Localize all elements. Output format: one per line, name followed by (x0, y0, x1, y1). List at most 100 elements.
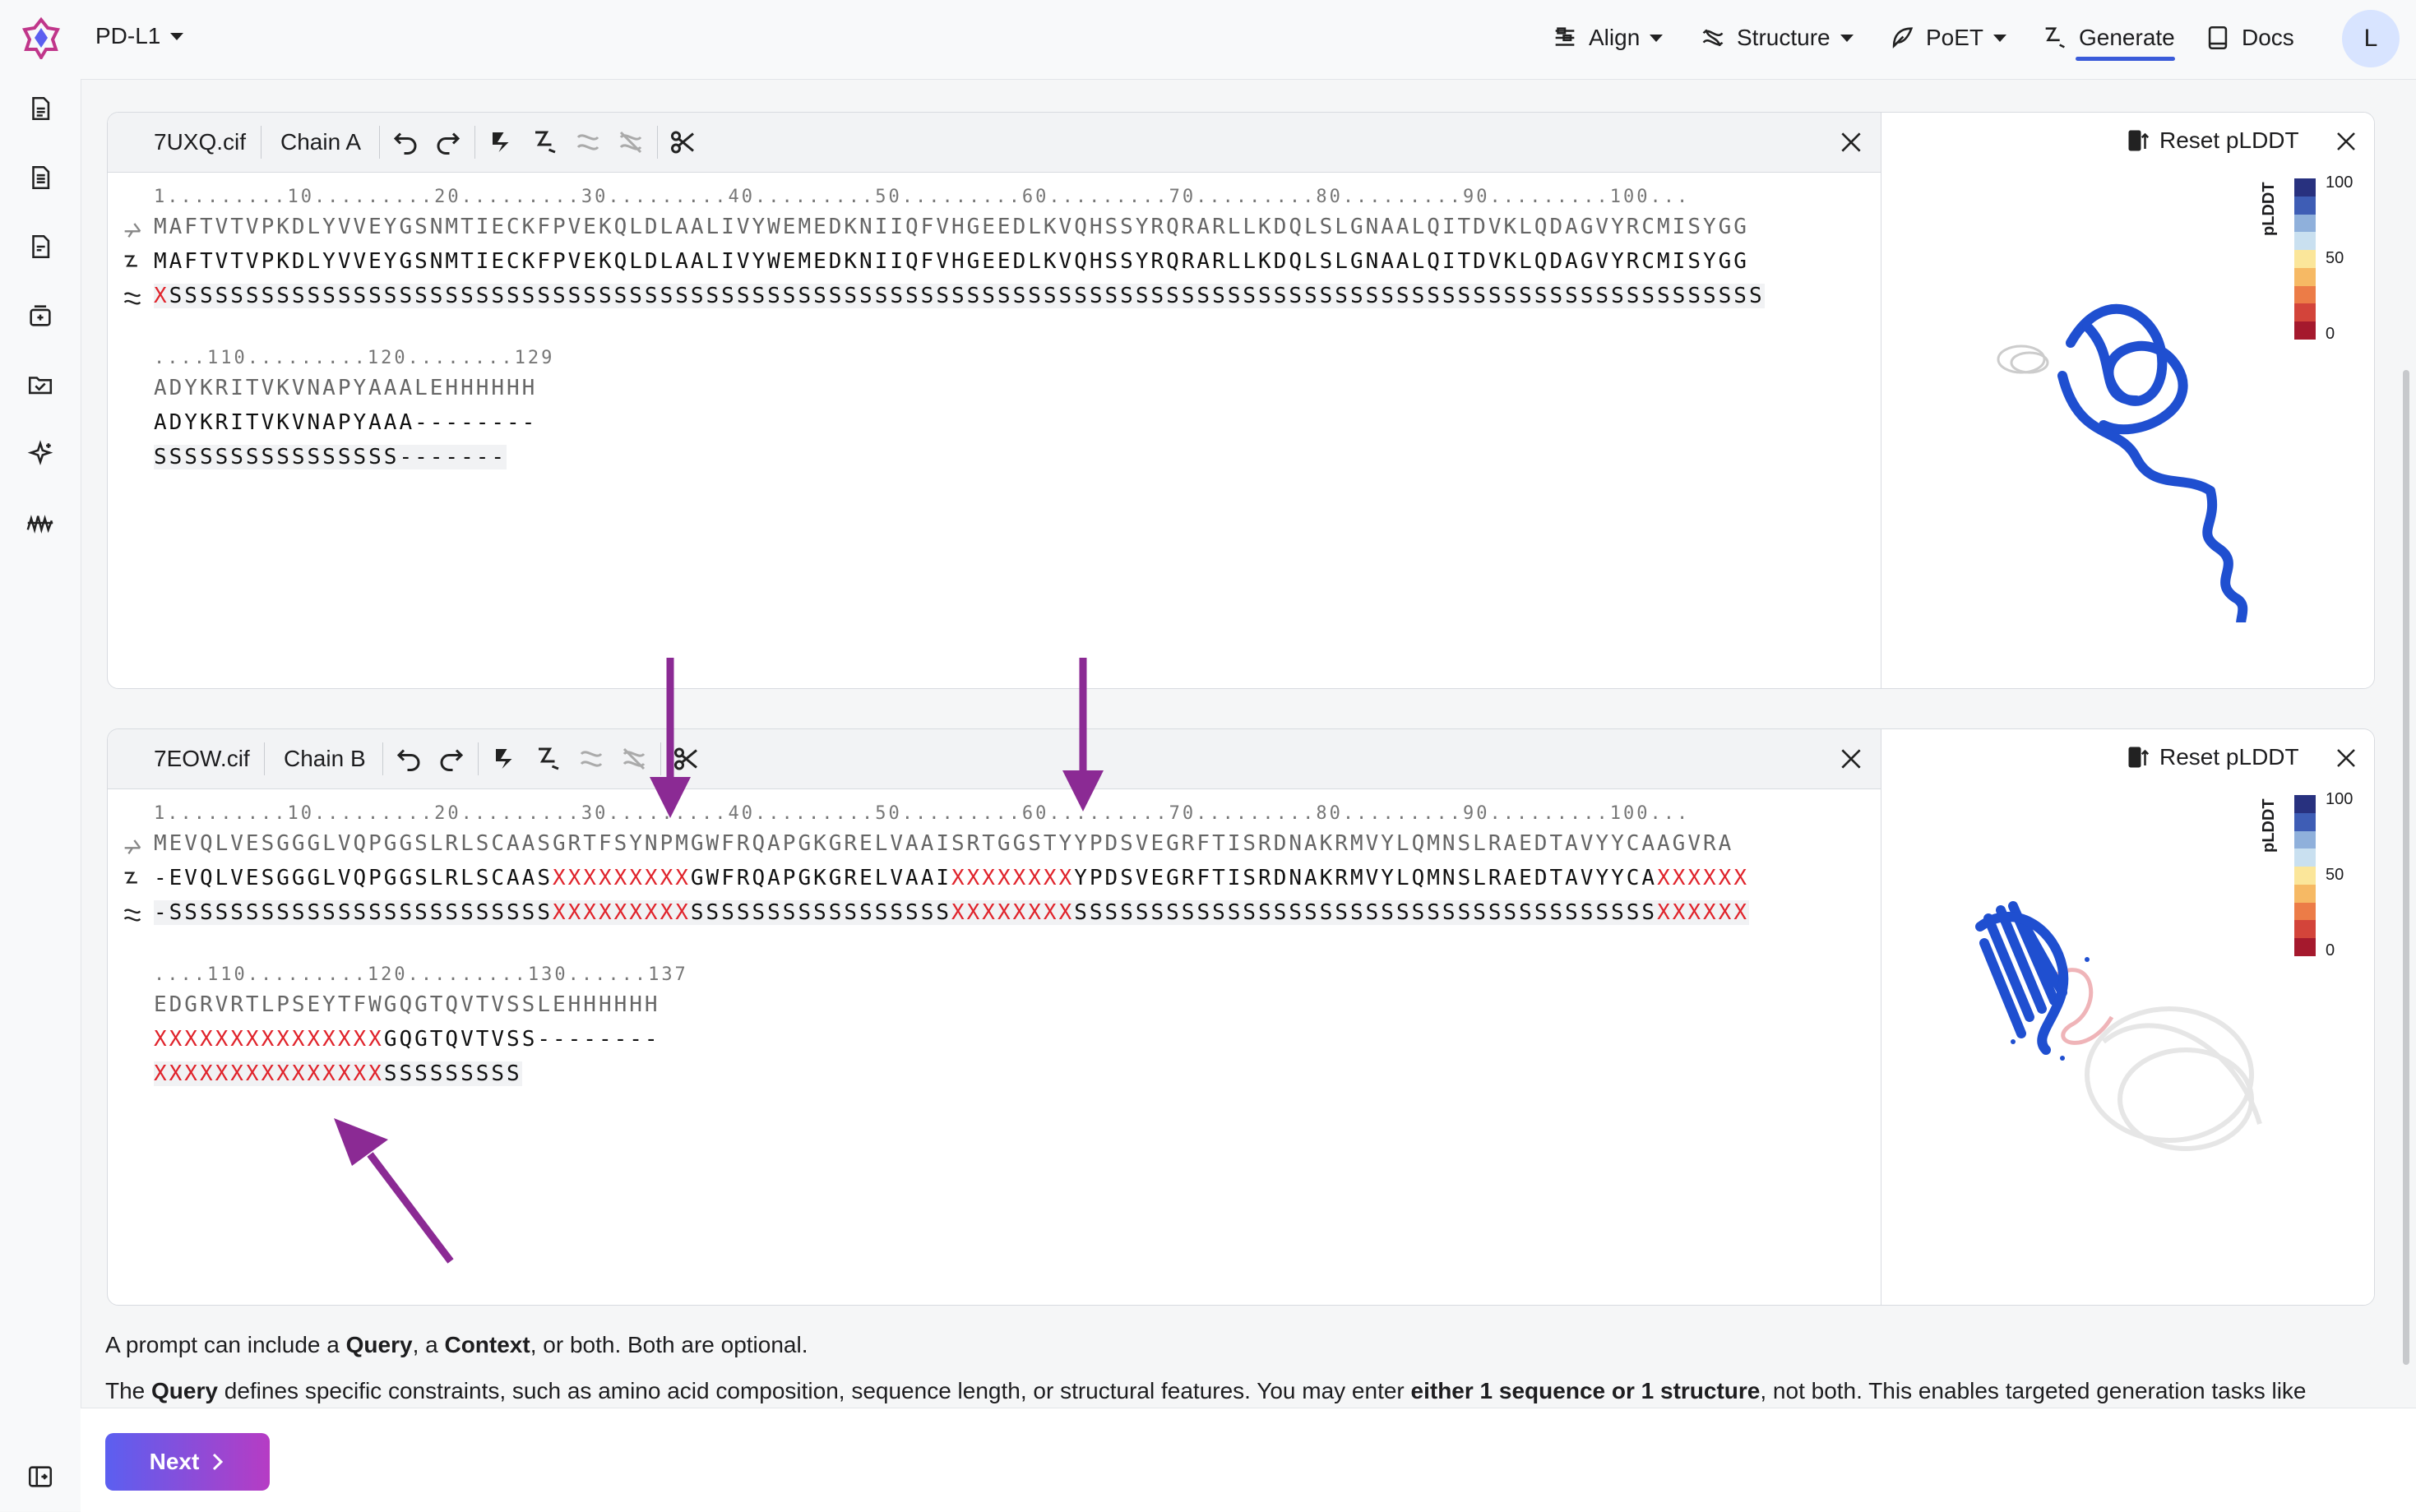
user-avatar[interactable]: L (2342, 10, 2400, 67)
close-icon[interactable] (1838, 746, 1864, 772)
residues: GQGTQVTVSS-------- (383, 1027, 660, 1052)
unmask-structure-icon (619, 131, 642, 154)
position-ruler: ....110.........120.........130......137 (154, 964, 688, 985)
prompt-description: A prompt can include a Query, a Context,… (105, 1332, 808, 1358)
plddt-tick-mid: 50 (2326, 866, 2344, 884)
next-button[interactable]: Next (105, 1433, 270, 1491)
sequence-row[interactable]: -EVQLVESGGGLVQPGGSLRLSCAASXXXXXXXXXGWFRQ… (154, 866, 1749, 890)
sequence-row[interactable]: XXXXXXXXXXXXXXXGQGTQVTVSS-------- (154, 1027, 660, 1052)
project-name: PD-L1 (95, 23, 161, 49)
text: defines specific constraints, such as am… (217, 1378, 1411, 1403)
masked-structure-cdr2: XXXXXXXX (951, 900, 1075, 925)
sequence-row[interactable]: ADYKRITVKVNAPYAAA-------- (154, 410, 537, 435)
document-icon[interactable] (24, 92, 57, 125)
close-icon[interactable] (2334, 129, 2358, 154)
structure-row[interactable]: SSSSSSSSSSSSSSSS------- (154, 445, 507, 469)
masked-residues-cdr3: XXXXXXXXXXXXXXX (154, 1027, 384, 1052)
undo-icon[interactable] (391, 127, 420, 157)
chevron-down-icon (170, 32, 184, 40)
chain-selector[interactable]: Chain A (280, 129, 361, 155)
constraint-term: either 1 sequence or 1 structure (1410, 1378, 1761, 1403)
footer-bar: Next (81, 1408, 2416, 1512)
plddt-tick-mid: 50 (2326, 249, 2344, 267)
edit-sequence-icon[interactable] (534, 744, 563, 774)
chevron-down-icon (1650, 34, 1664, 42)
structure-residues: -SSSSSSSSSSSSSSSSSSSSSSSSS (154, 900, 553, 925)
structure-row-icon (123, 292, 141, 305)
context-term: Context (444, 1332, 530, 1357)
structure-row[interactable]: XXXXXXXXXXXXXXXSSSSSSSSS (154, 1061, 522, 1086)
structure-viewer[interactable]: Reset pLDDT pLDDT 100 50 0 (1881, 113, 2374, 688)
chevron-right-icon (213, 1453, 224, 1471)
redo-icon[interactable] (437, 744, 466, 774)
query-sequence-row: MEVQLVESGGGLVQPGGSLRLSCAASGRTFSYNPMGWFRQ… (154, 831, 1734, 856)
book-icon (2208, 25, 2228, 50)
chevron-down-icon (1840, 34, 1854, 42)
residues: -EVQLVESGGGLVQPGGSLRLSCAAS (154, 866, 553, 890)
reset-plddt-button[interactable]: Reset pLDDT (2127, 127, 2299, 154)
structure-residues: SSSSSSSSSSSSSSSSSSSSSSSSSSSSSSSSSSSSSS (1074, 900, 1658, 925)
divider (379, 126, 380, 159)
protein-structure-render[interactable] (1972, 277, 2268, 622)
protein-structure-render[interactable] (1964, 877, 2309, 1239)
nav-align[interactable]: Align (1551, 20, 1664, 56)
masked-structure-cdr1: XXXXXXXXX (553, 900, 691, 925)
collapse-sidebar-icon[interactable] (24, 1460, 57, 1493)
residues: GWFRQAPGKGRELVAAI (690, 866, 951, 890)
query-row-icon (124, 223, 141, 238)
document-list-icon[interactable] (24, 161, 57, 194)
query-row-icon (124, 839, 141, 854)
nav-generate-label: Generate (2079, 25, 2175, 50)
structure-row-icon (123, 909, 141, 922)
structure-panel-1: 7UXQ.cif Chain A 1.........10.........20… (107, 112, 2375, 689)
structure-row[interactable]: -SSSSSSSSSSSSSSSSSSSSSSSSSXXXXXXXXX SSSSS… (154, 900, 1749, 925)
query-sequence-row: EDGRVRTLPSEYTFWGQGTQVTVSSLEHHHHHH (154, 992, 660, 1017)
folder-check-icon[interactable] (24, 368, 57, 401)
plddt-color-bar (2294, 178, 2316, 340)
next-button-label: Next (149, 1449, 200, 1474)
nav-docs[interactable]: Docs (2204, 20, 2294, 56)
plddt-legend-title: pLDDT (2260, 798, 2278, 853)
reset-plddt-button[interactable]: Reset pLDDT (2127, 744, 2299, 770)
close-icon[interactable] (1838, 129, 1864, 155)
left-rail (0, 0, 81, 1511)
sequence-row[interactable]: MAFTVTVPKDLYVVEYGSNMTIECKFPVEKQLDLAALIVY… (154, 249, 1749, 274)
chain-selector[interactable]: Chain B (284, 746, 366, 772)
scissors-icon[interactable] (669, 127, 698, 157)
plddt-tick-min: 0 (2326, 941, 2335, 959)
nav-docs-label: Docs (2242, 25, 2294, 50)
align-icon (1555, 27, 1575, 46)
plddt-tick-max: 100 (2326, 173, 2354, 192)
close-icon[interactable] (2334, 746, 2358, 770)
nav-structure[interactable]: Structure (1699, 20, 1854, 56)
panel-toolbar: 7EOW.cif Chain B (108, 729, 1881, 789)
database-icon[interactable] (24, 299, 57, 332)
app-logo-icon[interactable] (20, 16, 62, 59)
structure-row[interactable]: XSSSSSSSSSSSSSSSSSSSSSSSSSSSSSSSSSSSSSSS… (154, 284, 1765, 308)
redo-icon[interactable] (433, 127, 463, 157)
structure-viewer[interactable]: Reset pLDDT pLDDT 100 50 0 (1881, 729, 2374, 1305)
fill-sequence-icon[interactable] (488, 127, 517, 157)
report-icon[interactable] (24, 230, 57, 263)
divider (478, 742, 479, 775)
waveform-icon[interactable] (24, 506, 57, 539)
fill-sequence-icon[interactable] (491, 744, 521, 774)
top-bar: PD-L1 Align Structure PoET Generate Docs… (81, 0, 2416, 80)
scrollbar[interactable] (2403, 370, 2409, 1365)
masked-residues-cdr2: XXXXXXXX (951, 866, 1075, 890)
generate-icon (2045, 27, 2065, 49)
structure-residues: SSSSSSSSSSSSSSSSSSSSSSSSSSSSSSSSSSSSSSSS… (169, 284, 1765, 308)
undo-icon[interactable] (394, 744, 423, 774)
feather-pen-icon (1892, 27, 1914, 49)
text: , or both. Both are optional. (530, 1332, 808, 1357)
masked-structure-cdr3: XXXXXXXXXXXXXXX (154, 1061, 384, 1086)
sparkle-icon[interactable] (24, 437, 57, 470)
nav-poet-label: PoET (1926, 25, 1984, 50)
nav-generate[interactable]: Generate (2041, 20, 2175, 61)
edit-sequence-icon[interactable] (530, 127, 560, 157)
project-selector[interactable]: PD-L1 (95, 23, 184, 49)
annotation-arrow-down (1062, 658, 1104, 811)
phone-arrow-icon (2128, 747, 2150, 768)
nav-poet[interactable]: PoET (1888, 20, 2007, 56)
divider (261, 126, 262, 159)
